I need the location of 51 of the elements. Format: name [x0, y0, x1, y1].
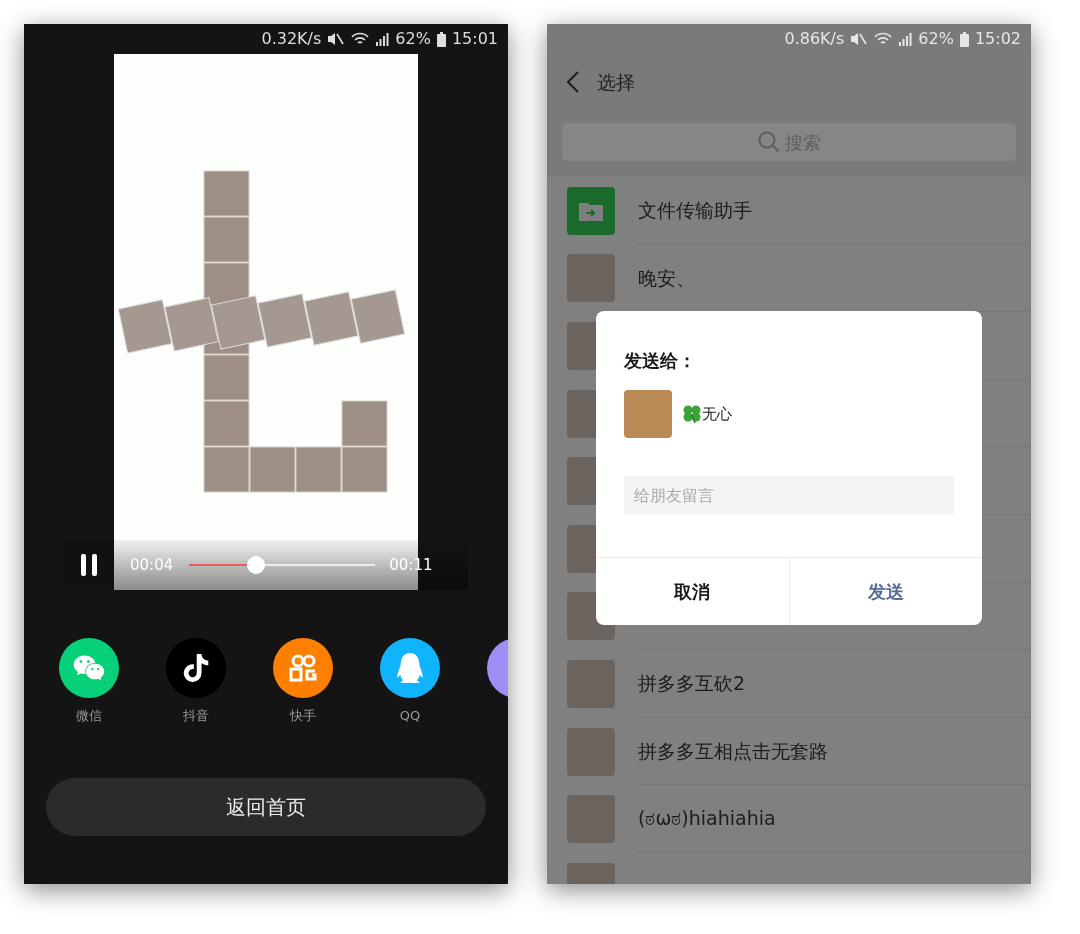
signal-icon	[898, 32, 913, 46]
pause-icon	[80, 554, 98, 576]
photo-placeholder	[567, 659, 615, 708]
contact-name: 晚安、	[638, 265, 695, 291]
photo-placeholder	[567, 254, 615, 303]
chevron-left-icon	[567, 71, 579, 93]
battery-percent: 62%	[918, 28, 954, 50]
send-button[interactable]: 发送	[788, 558, 982, 625]
contact-name: (ಠωಠ)hiahiahia	[638, 806, 776, 832]
clover-icon	[682, 404, 702, 424]
wifi-icon	[874, 32, 893, 46]
network-speed: 0.32K/s	[261, 28, 322, 50]
contact-row[interactable]: 拼多多互砍2	[547, 650, 1031, 718]
share-app-label: QQ	[399, 707, 421, 725]
battery-percent: 62%	[395, 28, 431, 50]
share-app-label: 微信	[76, 707, 102, 725]
mute-icon	[327, 32, 346, 46]
signal-icon	[375, 32, 390, 46]
battery-icon	[959, 31, 969, 47]
share-app-button[interactable]	[380, 638, 440, 698]
camera-icon	[288, 653, 318, 683]
mute-icon	[850, 32, 869, 46]
contact-name: 文件传输助手	[638, 198, 752, 224]
search-icon	[758, 131, 780, 153]
clock-time: 15:01	[451, 28, 498, 50]
share-app-label: 快手	[290, 707, 316, 725]
music-note-icon	[182, 654, 210, 682]
network-speed: 0.86K/s	[784, 28, 845, 50]
message-input[interactable]: 给朋友留言	[624, 476, 954, 514]
photo-placeholder	[567, 727, 615, 776]
page-title: 选择	[597, 69, 635, 95]
contact-row[interactable]: 拼多多互相点击无套路	[547, 717, 1031, 786]
share-app-label: 抖音	[183, 707, 209, 725]
penguin-icon	[395, 653, 425, 683]
contact-name: 拼多多互相点击无套路	[638, 738, 828, 764]
recipient-name: 无心	[702, 403, 732, 425]
share-app-button[interactable]	[273, 638, 333, 698]
back-home-button[interactable]: 返回首页	[46, 777, 486, 836]
photo-placeholder	[624, 390, 672, 438]
contact-row[interactable]: 文件传输助手	[547, 177, 1031, 245]
battery-icon	[436, 31, 446, 47]
share-app-button[interactable]	[59, 638, 119, 698]
contact-row[interactable]: (ಠωಠ)hiahiahia	[547, 785, 1031, 853]
clock-time: 15:02	[974, 28, 1021, 50]
current-time: 00:04	[130, 554, 174, 576]
wifi-icon	[351, 32, 370, 46]
cancel-button[interactable]: 取消	[596, 558, 789, 625]
dialog-title: 发送给：	[624, 349, 697, 373]
folder-arrow-icon	[579, 200, 603, 221]
contact-name: 拼多多互砍2	[638, 671, 746, 697]
photo-placeholder	[567, 795, 615, 844]
